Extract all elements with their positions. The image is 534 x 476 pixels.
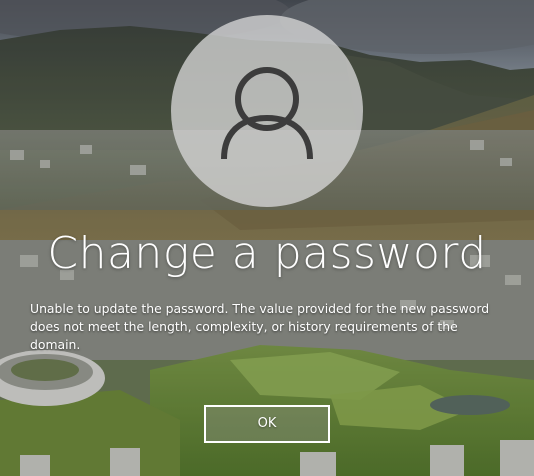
error-message: Unable to update the password. The value… bbox=[30, 301, 490, 352]
user-icon bbox=[221, 67, 313, 160]
ok-button[interactable]: OK bbox=[204, 405, 330, 443]
lock-screen: Change a password Unable to update the p… bbox=[0, 0, 534, 476]
user-avatar bbox=[171, 15, 363, 207]
page-title: Change a password bbox=[47, 228, 487, 279]
